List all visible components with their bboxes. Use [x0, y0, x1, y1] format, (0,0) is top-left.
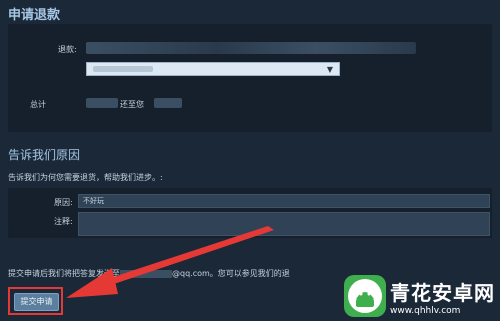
arrow-head [66, 268, 118, 298]
watermark-title: 青花安卓网 [390, 280, 495, 305]
annotation-arrow [66, 226, 274, 298]
watermark-url: www.qhhlv.com [390, 305, 461, 316]
watermark: 青花安卓网 www.qhhlv.com [344, 275, 495, 317]
arrow-shaft [104, 226, 274, 286]
android-robot-icon [344, 275, 386, 317]
submit-button[interactable]: 提交申请 [14, 293, 59, 311]
submit-highlight-box: 提交申请 [8, 287, 63, 315]
